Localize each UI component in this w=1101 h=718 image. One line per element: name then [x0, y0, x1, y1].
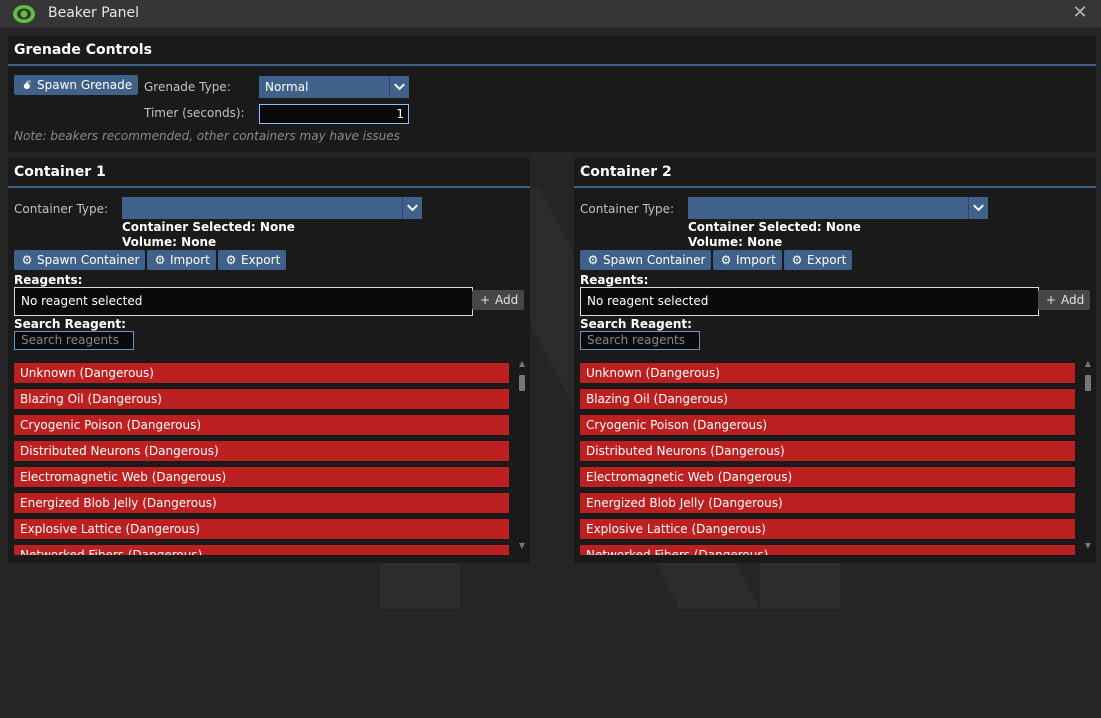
container-2-section: Container 2 Container Type: Container Se… [574, 158, 1096, 563]
grenade-note: Note: beakers recommended, other contain… [14, 129, 400, 143]
gear-icon: ⚙ [587, 253, 599, 267]
export-label: Export [241, 253, 281, 267]
list-item[interactable]: Electromagnetic Web (Dangerous) [14, 467, 509, 487]
section-title: Container 1 [14, 164, 106, 180]
list-item[interactable]: Cryogenic Poison (Dangerous) [14, 415, 509, 435]
gear-icon: ⚙ [21, 253, 33, 267]
container-type-label: Container Type: [580, 202, 675, 216]
section-title: Container 2 [580, 164, 672, 180]
scroll-up-icon[interactable]: ▲ [1084, 360, 1092, 368]
gear-icon: ⚙ [225, 253, 237, 267]
reagent-list-scrollbar[interactable]: ▲ ▼ [516, 359, 528, 555]
reagent-selection-field[interactable]: No reagent selected [14, 287, 473, 316]
export-label: Export [807, 253, 847, 267]
eye-icon [13, 5, 35, 23]
scrollbar-thumb[interactable] [1085, 375, 1091, 391]
export-button[interactable]: ⚙ Export [784, 250, 853, 270]
gear-icon: ⚙ [154, 253, 166, 267]
search-reagent-input[interactable]: Search reagents [580, 331, 700, 350]
volume-text: Volume: None [122, 235, 217, 249]
grenade-type-dropdown[interactable]: Normal [259, 76, 409, 98]
add-label: Add [1061, 293, 1085, 307]
grenade-type-value: Normal [265, 80, 309, 94]
container-selected-text: Container Selected: None [688, 220, 861, 234]
close-icon[interactable]: ✕ [1071, 3, 1089, 23]
chevron-down-icon [968, 197, 984, 219]
chevron-down-icon [389, 76, 405, 98]
search-reagent-label: Search Reagent: [14, 317, 126, 331]
add-reagent-button[interactable]: + Add [1038, 290, 1091, 310]
list-item[interactable]: Cryogenic Poison (Dangerous) [580, 415, 1075, 435]
scroll-down-icon[interactable]: ▼ [518, 542, 526, 550]
spawn-container-button[interactable]: ⚙ Spawn Container [14, 250, 146, 270]
reagents-label: Reagents: [14, 273, 83, 287]
container-type-label: Container Type: [14, 202, 109, 216]
add-reagent-button[interactable]: + Add [472, 290, 525, 310]
container-1-section: Container 1 Container Type: Container Se… [8, 158, 530, 563]
plus-icon: + [479, 293, 491, 307]
reagent-selection-field[interactable]: No reagent selected [580, 287, 1039, 316]
import-label: Import [736, 253, 776, 267]
spawn-container-button[interactable]: ⚙ Spawn Container [580, 250, 712, 270]
panel-content: Grenade Controls 💣︎ Spawn Grenade Grenade… [0, 29, 1101, 718]
list-item[interactable]: Networked Fibers (Dangerous) [14, 545, 509, 555]
list-item[interactable]: Blazing Oil (Dangerous) [14, 389, 509, 409]
import-label: Import [170, 253, 210, 267]
list-item[interactable]: Electromagnetic Web (Dangerous) [580, 467, 1075, 487]
spawn-container-label: Spawn Container [603, 253, 706, 267]
list-item[interactable]: Unknown (Dangerous) [14, 363, 509, 383]
divider [8, 186, 530, 188]
reagent-list-scrollbar[interactable]: ▲ ▼ [1082, 359, 1094, 555]
list-item[interactable]: Energized Blob Jelly (Dangerous) [14, 493, 509, 513]
reagent-list: Unknown (Dangerous) Blazing Oil (Dangero… [14, 359, 510, 555]
spawn-container-label: Spawn Container [37, 253, 140, 267]
gear-icon: ⚙ [791, 253, 803, 267]
spawn-grenade-button[interactable]: 💣︎ Spawn Grenade [14, 75, 139, 95]
divider [574, 186, 1096, 188]
import-button[interactable]: ⚙ Import [713, 250, 782, 270]
list-item[interactable]: Distributed Neurons (Dangerous) [14, 441, 509, 461]
list-item[interactable]: Distributed Neurons (Dangerous) [580, 441, 1075, 461]
reagent-list: Unknown (Dangerous) Blazing Oil (Dangero… [580, 359, 1076, 555]
add-label: Add [495, 293, 519, 307]
divider [8, 64, 1096, 66]
reagents-label: Reagents: [580, 273, 649, 287]
section-title: Grenade Controls [14, 42, 152, 58]
container-type-dropdown[interactable] [122, 197, 422, 219]
list-item[interactable]: Networked Fibers (Dangerous) [580, 545, 1075, 555]
list-item[interactable]: Energized Blob Jelly (Dangerous) [580, 493, 1075, 513]
container-type-dropdown[interactable] [688, 197, 988, 219]
grenade-controls-section: Grenade Controls 💣︎ Spawn Grenade Grenade… [8, 36, 1096, 152]
scroll-down-icon[interactable]: ▼ [1084, 542, 1092, 550]
timer-label: Timer (seconds): [144, 106, 245, 120]
search-reagent-input[interactable]: Search reagents [14, 331, 134, 350]
spawn-grenade-label: Spawn Grenade [37, 78, 133, 92]
volume-text: Volume: None [688, 235, 783, 249]
plus-icon: + [1045, 293, 1057, 307]
list-item[interactable]: Explosive Lattice (Dangerous) [580, 519, 1075, 539]
search-reagent-label: Search Reagent: [580, 317, 692, 331]
bomb-icon: 💣︎ [23, 78, 31, 92]
import-button[interactable]: ⚙ Import [147, 250, 216, 270]
export-button[interactable]: ⚙ Export [218, 250, 287, 270]
list-item[interactable]: Blazing Oil (Dangerous) [580, 389, 1075, 409]
chevron-down-icon [402, 197, 418, 219]
container-selected-text: Container Selected: None [122, 220, 295, 234]
scrollbar-thumb[interactable] [519, 375, 525, 391]
list-item[interactable]: Explosive Lattice (Dangerous) [14, 519, 509, 539]
grenade-type-label: Grenade Type: [144, 80, 231, 94]
gear-icon: ⚙ [720, 253, 732, 267]
timer-input[interactable]: 1 [259, 104, 409, 124]
window-title: Beaker Panel [48, 5, 139, 21]
list-item[interactable]: Unknown (Dangerous) [580, 363, 1075, 383]
title-bar: Beaker Panel ✕ [0, 0, 1101, 28]
scroll-up-icon[interactable]: ▲ [518, 360, 526, 368]
